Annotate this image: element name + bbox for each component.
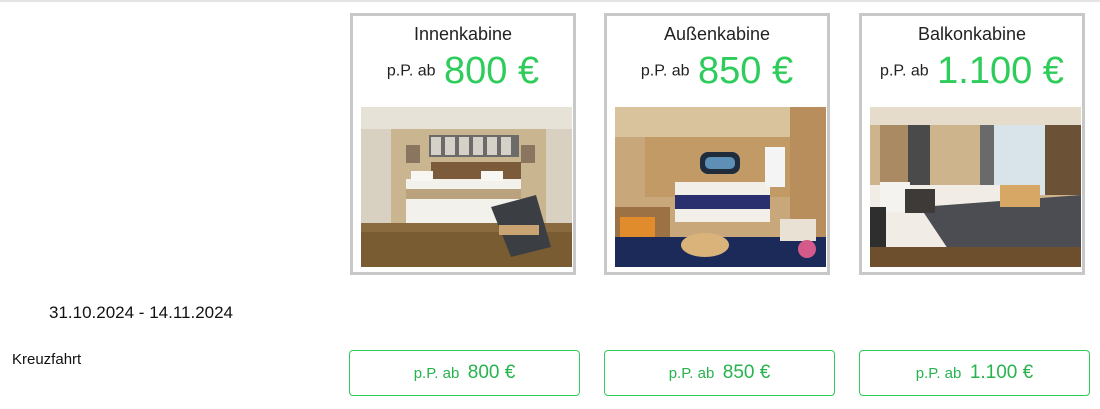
cabin-card-balcony[interactable]: Balkonkabine p.P. ab 1.100 € [859,13,1085,275]
cabin-title: Außenkabine [663,24,771,44]
top-divider [0,0,1100,2]
balcony-cabin-photo [870,107,1081,267]
price-value: 800 € [444,50,540,92]
cruise-date-range: 31.10.2024 - 14.11.2024 [49,303,234,322]
cabin-title: Balkonkabine [917,24,1027,44]
price-prefix: p.P. ab [880,62,929,80]
button-price: 1.100 € [969,362,1034,383]
price-value: 1.100 € [937,50,1064,92]
price-prefix: p.P. ab [386,62,436,80]
button-price: 800 € [467,362,516,383]
cabin-price: p.P. ab 1.100 € [862,50,1082,93]
cabin-card-outside[interactable]: Außenkabine p.P. ab 850 € [604,13,830,275]
price-value: 850 € [698,50,794,92]
price-prefix: p.P. ab [640,62,690,80]
button-prefix: p.P. ab [915,365,962,382]
cabin-price: p.P. ab 800 € [353,50,573,93]
button-price: 850 € [722,362,771,383]
select-balcony-cabin-button[interactable]: p.P. ab 1.100 € [859,350,1090,396]
cabin-card-inside[interactable]: Innenkabine p.P. ab 800 € [350,13,576,275]
select-outside-cabin-button[interactable]: p.P. ab 850 € [604,350,835,396]
cruise-category: Kreuzfahrt [12,351,82,368]
inside-cabin-photo [361,107,572,267]
button-prefix: p.P. ab [668,365,715,382]
button-prefix: p.P. ab [413,365,460,382]
cabin-title: Innenkabine [413,24,513,44]
cabin-price: p.P. ab 850 € [607,50,827,93]
select-inside-cabin-button[interactable]: p.P. ab 800 € [349,350,580,396]
ocean-view-cabin-photo [615,107,826,267]
